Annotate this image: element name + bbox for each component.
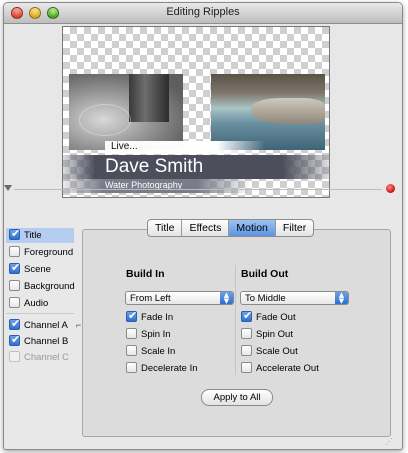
option-label: Decelerate In (141, 363, 198, 374)
split-divider[interactable] (14, 189, 382, 190)
window-title: Editing Ripples (166, 6, 240, 18)
apply-to-all-button[interactable]: Apply to All (201, 389, 273, 406)
inspector-tabs: Title Effects Motion Filter (147, 219, 315, 237)
option-label: Accelerate Out (256, 363, 319, 374)
checkbox-channel-a[interactable] (9, 317, 20, 330)
option-label: Scale In (141, 346, 176, 357)
sidebar-item-foreground[interactable]: Foreground (6, 245, 74, 260)
checkbox-scale-out[interactable] (241, 345, 252, 356)
checkbox-foreground[interactable] (9, 246, 20, 257)
build-in-popup-value: From Left (130, 293, 171, 304)
checkbox-accelerate-out[interactable] (241, 362, 252, 373)
resize-grip-icon[interactable]: ⋰ (385, 437, 393, 446)
sidebar-item-audio[interactable]: Audio (6, 296, 74, 311)
lower-third-sub-bar: Water Photography (63, 179, 329, 193)
sidebar-item-background[interactable]: Background (6, 279, 75, 294)
checkbox-background[interactable] (9, 280, 20, 291)
column-separator (235, 265, 236, 375)
sidebar-item-scene[interactable]: Scene (6, 261, 74, 277)
build-out-header: Build Out (241, 268, 289, 280)
option-label: Scale Out (256, 346, 298, 357)
lower-third-name-bar: Dave Smith (63, 155, 329, 179)
option-label: Fade Out (256, 312, 296, 323)
checkbox-scale-in[interactable] (126, 345, 137, 356)
checkbox-decelerate-in[interactable] (126, 362, 137, 373)
preview-canvas[interactable]: Live... Dave Smith Water Photography (62, 26, 330, 198)
sidebar-item-label: Channel C (24, 352, 69, 363)
option-label: Spin In (141, 329, 171, 340)
lower-third-name-text: Dave Smith (105, 156, 204, 177)
sidebar-item-channel-a[interactable]: Channel A (6, 317, 74, 333)
channel-link-icon: ⌐ (76, 320, 82, 330)
sidebar-item-channel-b[interactable]: Channel B (6, 333, 74, 349)
title-bar[interactable]: Editing Ripples (4, 3, 402, 24)
record-indicator-icon (386, 184, 395, 193)
sidebar-item-label: Scene (24, 264, 51, 275)
lower-third-small: Live... (105, 141, 265, 154)
sidebar-item-label: Background (24, 281, 75, 292)
sidebar-item-title[interactable]: Title (6, 227, 74, 243)
sidebar-item-channel-c: Channel C (6, 350, 74, 365)
sidebar-item-label: Title (24, 230, 42, 241)
build-out-popup-value: To Middle (245, 293, 286, 304)
checkbox-channel-c (9, 351, 20, 362)
build-in-header: Build In (126, 268, 165, 280)
checkbox-audio[interactable] (9, 297, 20, 308)
checkbox-scene[interactable] (9, 261, 20, 274)
sidebar-item-label: Foreground (24, 247, 74, 258)
preview-area: Live... Dave Smith Water Photography (4, 24, 402, 202)
lower-third-small-text: Live... (111, 141, 138, 152)
build-out-popup[interactable]: To Middle ▲ ▼ (240, 291, 349, 305)
option-label: Fade In (141, 312, 174, 323)
checkbox-title[interactable] (9, 227, 20, 240)
sidebar-item-label: Channel B (24, 336, 69, 347)
tab-motion[interactable]: Motion (229, 220, 276, 236)
disclosure-triangle-icon[interactable] (4, 185, 12, 191)
checkbox-spin-out[interactable] (241, 328, 252, 339)
checkbox-fade-out[interactable] (241, 309, 252, 322)
preview-photo-left (69, 74, 183, 150)
checkbox-spin-in[interactable] (126, 328, 137, 339)
popup-arrows-icon: ▲ ▼ (220, 292, 233, 305)
tab-effects[interactable]: Effects (182, 220, 230, 236)
checkbox-channel-b[interactable] (9, 333, 20, 346)
option-label: Spin Out (256, 329, 293, 340)
tab-filter[interactable]: Filter (276, 220, 313, 236)
sidebar-item-label: Audio (24, 298, 49, 309)
build-in-popup[interactable]: From Left ▲ ▼ (125, 291, 234, 305)
sidebar-separator (6, 313, 74, 314)
sidebar-item-label: Channel A (24, 320, 68, 331)
preview-photo-right (211, 74, 325, 150)
checkbox-fade-in[interactable] (126, 309, 137, 322)
popup-arrows-icon: ▲ ▼ (335, 292, 348, 305)
tab-title[interactable]: Title (148, 220, 183, 236)
